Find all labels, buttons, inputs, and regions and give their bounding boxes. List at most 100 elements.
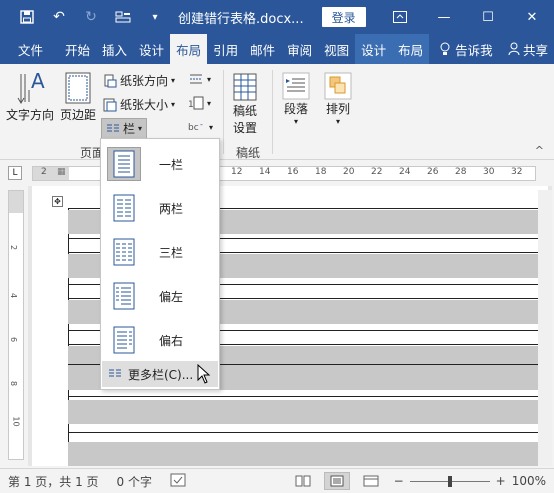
tell-me-label: 告诉我 [455, 42, 493, 58]
breaks-button[interactable]: ▾ [188, 72, 211, 86]
text-direction-button[interactable]: A 文字方向 [6, 70, 54, 123]
ribbon-separator [272, 70, 273, 154]
more-columns-icon [109, 369, 121, 377]
zoom-level[interactable]: 100% [512, 474, 546, 488]
menu-item-label: 两栏 [159, 201, 184, 216]
columns-button[interactable]: 栏 ▾ [101, 118, 148, 139]
login-button[interactable]: 登录 [321, 7, 366, 27]
form-icon[interactable] [112, 6, 134, 28]
word-count[interactable]: 0 个字 [117, 473, 152, 490]
ruler-margin [9, 191, 23, 213]
chevron-down-icon: ▾ [138, 124, 143, 133]
ribbon-display-options-icon[interactable] [378, 0, 422, 34]
undo-icon[interactable]: ↶ [48, 6, 70, 28]
share-button[interactable]: 共享 [502, 34, 554, 64]
zoom-slider-thumb[interactable] [447, 475, 452, 487]
tell-me-box[interactable]: 告诉我 [433, 34, 499, 64]
zoom-in-button[interactable]: + [496, 474, 506, 488]
customize-qat-icon[interactable]: ▾ [144, 6, 166, 28]
svg-text:1: 1 [188, 100, 194, 110]
breaks-icon [190, 74, 202, 84]
tab-layout[interactable]: 布局 [170, 34, 208, 64]
orientation-label: 纸张方向 [120, 74, 169, 88]
menu-item-label: 偏右 [159, 333, 184, 348]
ruler-indent-marker[interactable]: ▦ [57, 167, 66, 177]
vertical-ruler[interactable]: 2 4 6 8 10 [8, 190, 24, 460]
left-column-icon [107, 279, 141, 313]
read-mode-icon[interactable] [290, 472, 316, 490]
table-row[interactable] [68, 400, 548, 424]
size-label: 纸张大小 [120, 98, 169, 112]
tab-home[interactable]: 开始 [59, 34, 96, 64]
margins-label: 页边距 [60, 108, 97, 122]
menu-item-left[interactable]: 偏左 [103, 275, 217, 317]
hyphenation-button[interactable]: bc - ▾ [188, 120, 213, 134]
zoom-slider[interactable] [409, 475, 490, 487]
size-button[interactable]: 纸张大小 ▾ [103, 96, 175, 113]
margins-icon [65, 72, 91, 104]
paragraph-button[interactable]: 段落 ▾ [282, 72, 310, 126]
tab-review[interactable]: 审阅 [281, 34, 318, 64]
tab-references[interactable]: 引用 [207, 34, 244, 64]
collapse-ribbon-icon[interactable]: ^ [535, 144, 544, 157]
orientation-button[interactable]: 纸张方向 ▾ [103, 72, 175, 89]
tab-insert[interactable]: 插入 [96, 34, 133, 64]
tab-table-layout[interactable]: 布局 [392, 34, 430, 64]
tab-table-design[interactable]: 设计 [355, 34, 393, 64]
print-layout-icon[interactable] [323, 472, 350, 490]
menu-item-more-columns[interactable]: 更多栏(C)... [102, 361, 218, 387]
columns-label: 栏 [123, 122, 136, 136]
close-icon[interactable]: ✕ [510, 0, 554, 34]
page-size-icon [103, 98, 117, 111]
vertical-scrollbar[interactable] [538, 190, 552, 466]
page-count[interactable]: 第 1 页，共 1 页 [8, 473, 99, 490]
menu-item-one-column[interactable]: 一栏 [103, 143, 217, 185]
redo-icon[interactable]: ↻ [80, 6, 102, 28]
tab-design[interactable]: 设计 [133, 34, 170, 64]
ruler-tick: 30 [483, 167, 495, 177]
ruler-tick: 4 [9, 292, 19, 299]
table-row[interactable] [68, 442, 548, 466]
ruler-tick: 18 [315, 167, 327, 177]
zoom-out-button[interactable]: − [394, 474, 404, 488]
tab-mailings[interactable]: 邮件 [244, 34, 281, 64]
view-buttons [290, 472, 384, 490]
three-columns-icon [107, 235, 141, 269]
svg-text:bc: bc [188, 123, 199, 133]
ruler-tick: 16 [287, 167, 299, 177]
manuscript-settings-button[interactable]: 稿纸 设置 [232, 72, 258, 136]
menu-item-right[interactable]: 偏右 [103, 319, 217, 361]
line-numbers-button[interactable]: 1 ▾ [188, 96, 211, 110]
menu-item-three-columns[interactable]: 三栏 [103, 231, 217, 273]
ruler-tick: 22 [371, 167, 383, 177]
manuscript-label-1: 稿纸 [232, 104, 257, 118]
chevron-down-icon: ▾ [171, 76, 176, 85]
margins-button[interactable]: 页边距 [60, 70, 96, 123]
ruler-tick: 6 [9, 336, 19, 343]
minimize-icon[interactable]: — [422, 0, 466, 34]
quick-access-toolbar: ↶ ↻ ▾ [0, 0, 166, 34]
ruler-tick: 24 [399, 167, 411, 177]
tab-stop-selector[interactable]: L [8, 166, 22, 180]
arrange-button[interactable]: 排列 ▾ [324, 72, 352, 126]
line-numbers-icon: 1 [188, 96, 204, 110]
orientation-icon [104, 74, 117, 87]
tab-file[interactable]: 文件 [0, 34, 59, 64]
ruler-tick: 32 [511, 167, 523, 177]
web-layout-icon[interactable] [358, 472, 384, 490]
menu-item-two-columns[interactable]: 两栏 [103, 187, 217, 229]
tab-view[interactable]: 视图 [318, 34, 355, 64]
maximize-icon[interactable]: ☐ [466, 0, 510, 34]
lightbulb-icon [440, 42, 450, 55]
manuscript-label-2: 设置 [232, 121, 257, 135]
proofing-icon[interactable] [170, 473, 186, 490]
two-columns-icon [107, 191, 141, 225]
ruler-tick: 10 [11, 416, 21, 427]
table-move-handle-icon[interactable]: ✥ [52, 196, 63, 207]
text-direction-label: 文字方向 [6, 108, 55, 122]
save-icon[interactable] [16, 6, 38, 28]
mouse-cursor-icon [197, 364, 211, 384]
share-label: 共享 [522, 42, 548, 58]
title-bar: ↶ ↻ ▾ 创建错行表格.docx... 登录 — ☐ ✕ [0, 0, 554, 34]
chevron-down-icon: ▾ [207, 74, 212, 84]
